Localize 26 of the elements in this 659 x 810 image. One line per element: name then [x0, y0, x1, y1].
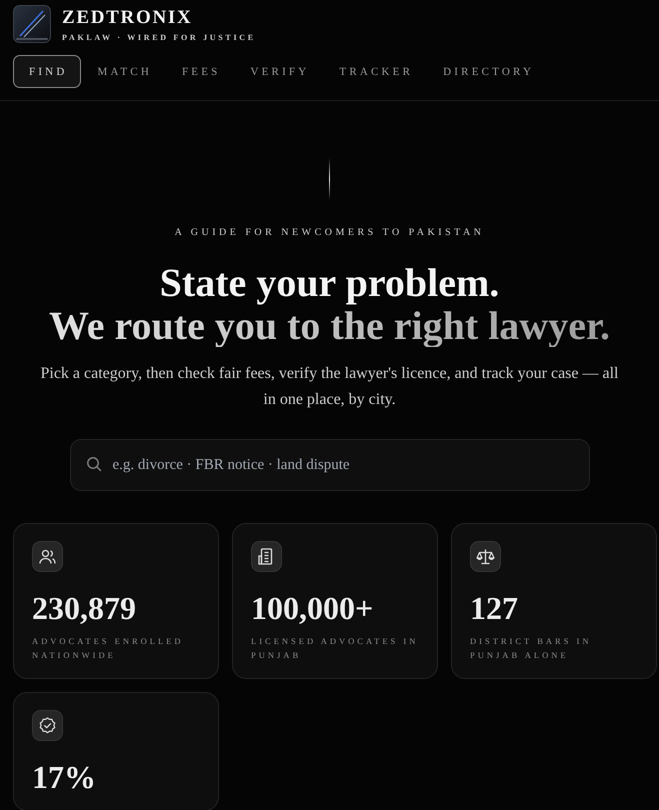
- nav-tab[interactable]: TRACKER: [323, 55, 428, 88]
- intro-paragraph: Pick a category, then check fair fees, verify the lawyer's licence, and track your case — all in one place, by city.: [39, 364, 620, 410]
- stat-label: ADVOCATES ENROLLED NATIONWIDE: [32, 635, 185, 662]
- stat-value: 127: [470, 591, 518, 625]
- users-icon: [32, 541, 63, 572]
- vertical-rule: [329, 158, 330, 200]
- nav-tab[interactable]: MATCH: [81, 55, 166, 88]
- stat-label: DISTRICT BARS IN PUNJAB ALONE: [470, 635, 593, 662]
- nav-tab[interactable]: DIRECTORY: [427, 55, 548, 88]
- badge-check-icon: [32, 710, 63, 741]
- brand-tagline: PAKLAW · WIRED FOR JUSTICE: [62, 32, 256, 42]
- nav-tab[interactable]: FEES: [166, 55, 234, 88]
- search-field[interactable]: e.g. divorce · FBR notice · land dispute: [70, 439, 590, 491]
- nav-tab[interactable]: VERIFY: [234, 55, 324, 88]
- logo-icon: [13, 5, 51, 43]
- stat-value: 100,000+: [251, 591, 374, 625]
- building-icon: [251, 541, 282, 572]
- headline: State your problem.: [160, 261, 500, 304]
- scales-icon: [470, 541, 501, 572]
- stat-label: LICENSED ADVOCATES IN PUNJAB: [251, 635, 419, 662]
- brand-name: ZEDTRONIX: [62, 6, 192, 28]
- nav-tab[interactable]: FIND: [13, 55, 82, 88]
- eyebrow-text: A GUIDE FOR NEWCOMERS TO PAKISTAN: [174, 226, 484, 240]
- stat-value: 230,879: [32, 591, 136, 625]
- stat-value: 17%: [32, 760, 96, 794]
- search-icon: [86, 456, 102, 472]
